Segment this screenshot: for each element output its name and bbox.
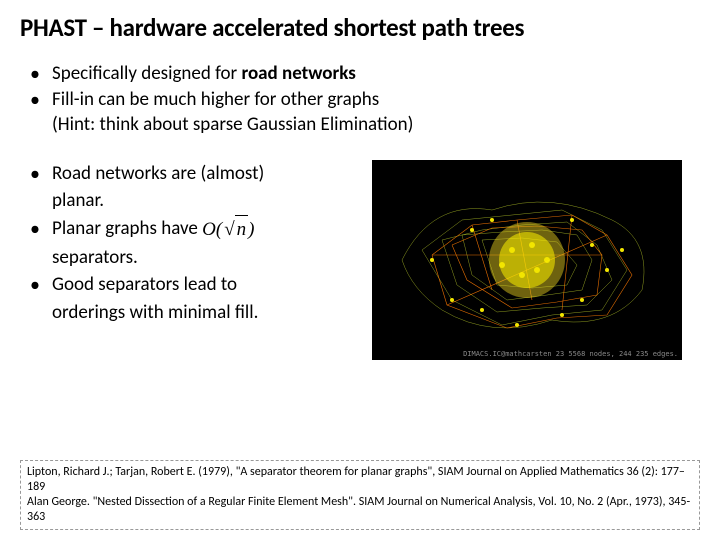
references-box: Lipton, Richard J.; Tarjan, Robert E. (1… <box>20 460 700 530</box>
big-o: O <box>202 219 216 240</box>
slide-title: PHAST – hardware accelerated shortest pa… <box>20 12 700 43</box>
paren-close: ) <box>248 219 254 240</box>
bullet-orderings: Good separators lead to orderings with m… <box>30 271 360 326</box>
line: Planar graphs have <box>52 217 198 240</box>
sqrt-icon: n <box>222 215 248 244</box>
graph-caption: DIMACS.IC@mathcarsten 23 5568 nodes, 244… <box>463 350 678 358</box>
road-network-graph-image: DIMACS.IC@mathcarsten 23 5568 nodes, 244… <box>372 160 682 360</box>
bullet-bold: road networks <box>241 62 355 85</box>
reference-2: Alan George. "Nested Dissection of a Reg… <box>27 495 693 525</box>
bullet-road-networks: Specifically designed for road networks <box>30 61 700 87</box>
line: orderings with minimal fill. <box>52 301 258 324</box>
bullet-fillin: Fill-in can be much higher for other gra… <box>30 87 700 113</box>
bullet-planar: Road networks are (almost) planar. <box>30 160 360 215</box>
reference-1: Lipton, Richard J.; Tarjan, Robert E. (1… <box>27 465 693 495</box>
bullet-text: Specifically designed for <box>52 62 241 85</box>
line: planar. <box>52 189 104 212</box>
left-bullet-list: Road networks are (almost) planar. Plana… <box>30 160 360 326</box>
line: separators. <box>52 246 138 269</box>
line: Road networks are (almost) <box>52 162 264 185</box>
big-o-formula: O(n) <box>202 215 254 244</box>
sqrt-arg: n <box>235 215 249 244</box>
mid-row: Road networks are (almost) planar. Plana… <box>30 160 700 360</box>
line: Good separators lead to <box>52 273 237 296</box>
graph-svg <box>372 160 682 360</box>
hint-text: (Hint: think about sparse Gaussian Elimi… <box>30 112 700 138</box>
bullet-separators: Planar graphs have O(n) separators. <box>30 215 360 271</box>
top-bullet-list: Specifically designed for road networks … <box>30 61 700 138</box>
